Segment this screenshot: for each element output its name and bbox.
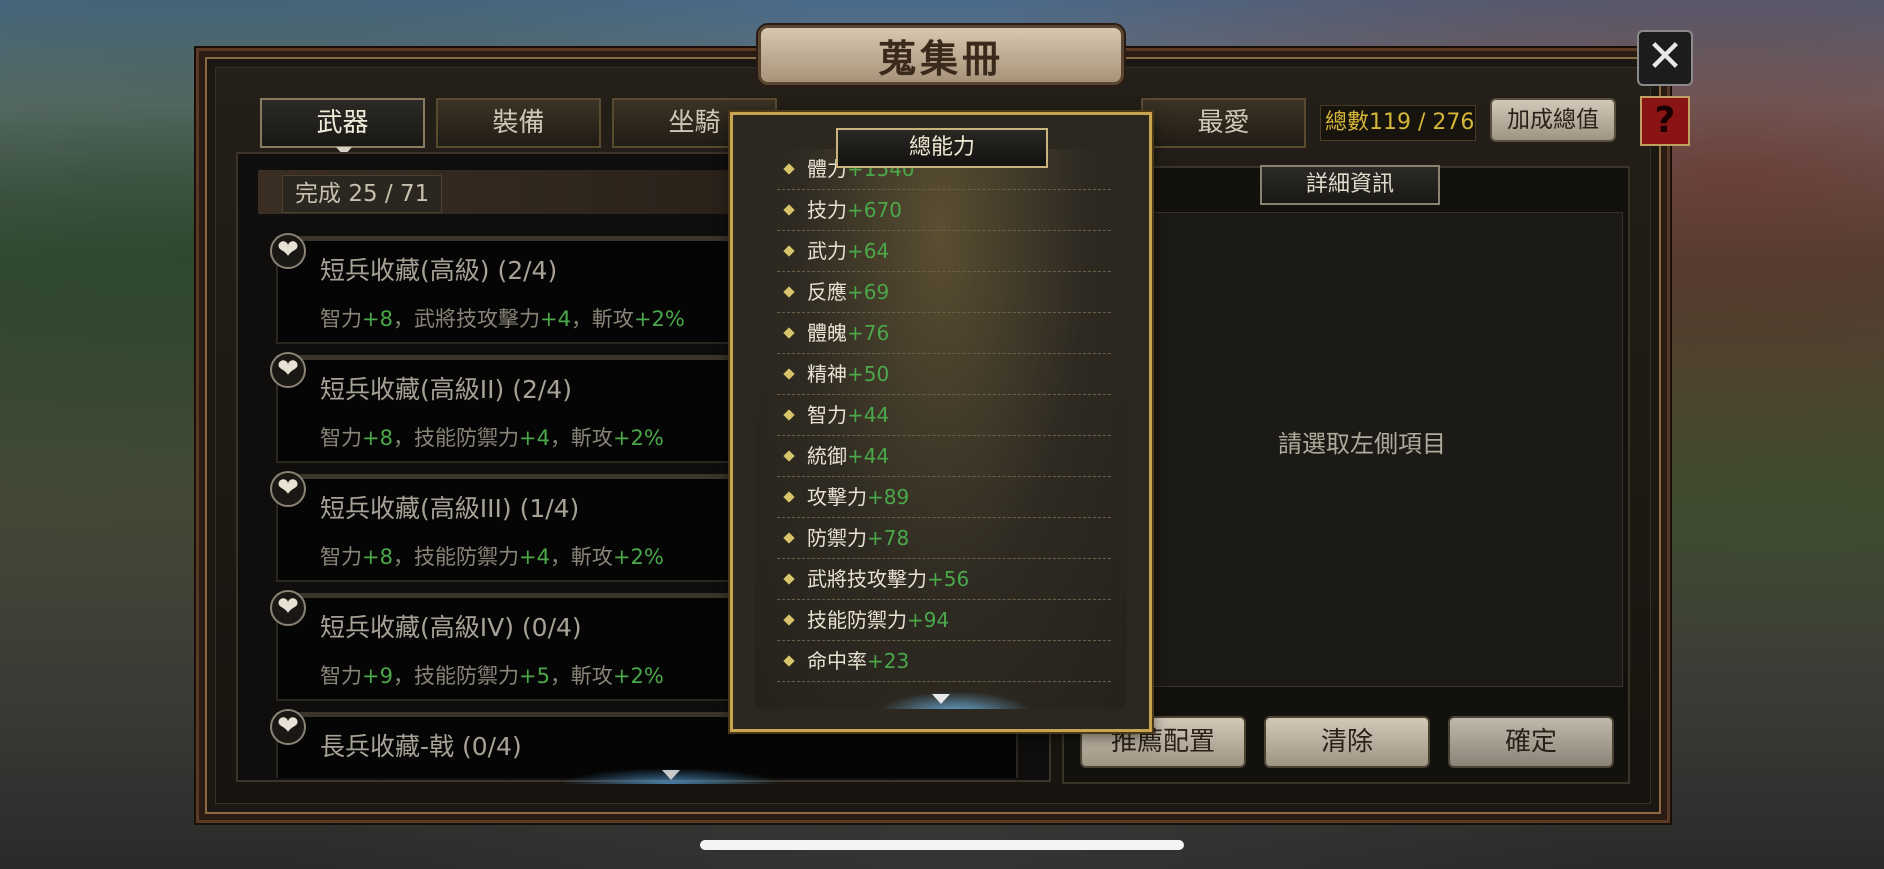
scroll-down-icon[interactable] xyxy=(662,770,680,780)
completion-value: 25 / 71 xyxy=(348,181,430,207)
item-desc: 智力+8，技能防禦力+4，斬攻+2% xyxy=(320,426,664,450)
item-title: 長兵收藏-戟 (0/4) xyxy=(320,732,522,761)
stats-scroll-down-icon[interactable] xyxy=(932,694,950,704)
stat-row: 智力+44 xyxy=(777,395,1111,436)
help-button[interactable]: ? xyxy=(1640,96,1690,146)
heart-icon[interactable]: ❤ xyxy=(270,471,306,507)
detail-hint: 請選取左側項目 xyxy=(1278,430,1446,458)
stats-list: 體力+1540 技力+670 武力+64 反應+69 體魄+76 精神+50 智… xyxy=(755,149,1127,709)
total-value: 119 / 276 xyxy=(1369,110,1475,135)
stat-row: 反應+69 xyxy=(777,272,1111,313)
item-desc: 智力+8，技能防禦力+4，斬攻+2% xyxy=(320,545,664,569)
stat-row: 精神+50 xyxy=(777,354,1111,395)
stat-row: 命中率+23 xyxy=(777,641,1111,682)
home-indicator[interactable] xyxy=(700,840,1184,850)
total-stats-popup: 體力+1540 技力+670 武力+64 反應+69 體魄+76 精神+50 智… xyxy=(730,112,1152,732)
stat-row: 體魄+76 xyxy=(777,313,1111,354)
window-title: 蒐集冊 xyxy=(758,25,1124,85)
close-button[interactable]: ✕ xyxy=(1637,30,1693,86)
heart-icon[interactable]: ❤ xyxy=(270,352,306,388)
tab-favorites[interactable]: 最愛 xyxy=(1141,98,1306,148)
item-title: 短兵收藏(高級) (2/4) xyxy=(320,256,558,285)
item-title: 短兵收藏(高級IV) (0/4) xyxy=(320,613,582,642)
bonus-total-button[interactable]: 加成總值 xyxy=(1490,98,1616,142)
heart-icon[interactable]: ❤ xyxy=(270,233,306,269)
stat-row: 武將技攻擊力+56 xyxy=(777,559,1111,600)
stat-row: 武力+64 xyxy=(777,231,1111,272)
clear-button[interactable]: 清除 xyxy=(1264,716,1430,768)
detail-header: 詳細資訊 xyxy=(1260,165,1440,205)
total-count: 總數119 / 276 xyxy=(1320,105,1476,141)
stat-row: 統御+44 xyxy=(777,436,1111,477)
stat-row: 防禦力+78 xyxy=(777,518,1111,559)
item-desc: 智力+9，技能防禦力+5，斬攻+2% xyxy=(320,664,664,688)
stat-row: 攻擊力+89 xyxy=(777,477,1111,518)
item-desc: 智力+8，武將技攻擊力+4，斬攻+2% xyxy=(320,307,685,331)
stat-row: 技力+670 xyxy=(777,190,1111,231)
completion-status: 完成 25 / 71 xyxy=(282,175,443,213)
item-title: 短兵收藏(高級II) (2/4) xyxy=(320,375,572,404)
tab-weapons[interactable]: 武器 xyxy=(260,98,425,156)
total-label: 總數 xyxy=(1325,110,1370,135)
item-title: 短兵收藏(高級III) (1/4) xyxy=(320,494,580,523)
stats-popup-title: 總能力 xyxy=(836,128,1048,168)
confirm-button[interactable]: 確定 xyxy=(1448,716,1614,768)
heart-icon[interactable]: ❤ xyxy=(270,709,306,745)
heart-icon[interactable]: ❤ xyxy=(270,590,306,626)
tab-equipment[interactable]: 裝備 xyxy=(436,98,601,148)
stats-scroll-glow xyxy=(875,691,1035,709)
completion-label: 完成 xyxy=(295,181,341,207)
stat-row: 技能防禦力+94 xyxy=(777,600,1111,641)
